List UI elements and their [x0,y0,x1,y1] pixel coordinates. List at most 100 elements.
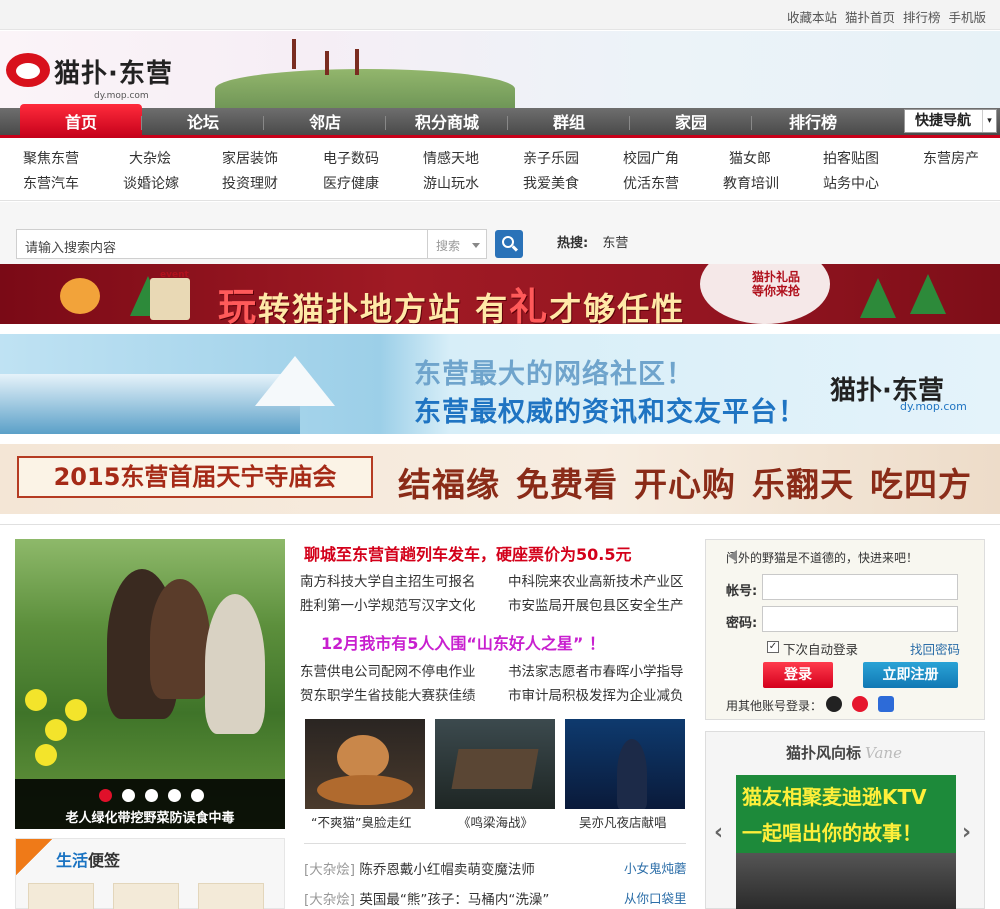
ship-shape [451,749,539,789]
life-icon[interactable] [198,883,264,909]
baidu-icon[interactable] [878,696,894,712]
subnav-link[interactable]: 游山玩水 [423,173,479,193]
remember-checkbox[interactable]: ✓ [767,641,779,653]
subnav-link[interactable]: 东营汽车 [23,173,79,193]
forgot-password-link[interactable]: 找回密码 [910,639,960,658]
slideshow[interactable]: 老人绿化带挖野菜防误食中毒 [15,539,285,829]
thumbnail-grumpy-cat[interactable] [305,719,425,809]
subnav-link[interactable]: 家居装饰 [222,148,278,168]
nav-item-neighbor-shop[interactable]: 邻店 [275,108,375,138]
nav-item-points-mall[interactable]: 积分商城 [397,108,497,138]
nav-item-groups[interactable]: 群组 [519,108,619,138]
subnav-link[interactable]: 医疗健康 [323,173,379,193]
vane-ad-photo[interactable] [736,853,956,909]
list-category[interactable]: [大杂烩] [304,862,355,878]
quick-nav-dropdown[interactable]: 快捷导航 ▾ [904,109,997,133]
life-icon[interactable] [28,883,94,909]
nav-divider [385,116,386,130]
list-item[interactable]: [大杂烩] 陈乔恩戴小红帽卖萌变魔法师 小女鬼炖蘑 [304,858,687,878]
thumbnail-concert[interactable] [565,719,685,809]
subnav-link[interactable]: 东营房产 [923,148,979,168]
subnav-link[interactable]: 谈婚论嫁 [123,173,179,193]
subnav-link[interactable]: 校园广角 [623,148,679,168]
flower [45,719,67,741]
search-type-select[interactable]: 搜索 [427,229,487,259]
mobile-version-link[interactable]: 手机版 [948,7,986,26]
news-headline-1[interactable]: 聊城至东营首趟列车发车，硬座票价为50.5元 [304,541,631,565]
weibo-icon[interactable] [852,696,868,712]
subnav-link[interactable]: 大杂烩 [129,148,171,168]
nav-item-rankings[interactable]: 排行榜 [763,108,863,138]
subnav-link[interactable]: 亲子乐园 [523,148,579,168]
subnav-link[interactable]: 优活东营 [623,173,679,193]
news-link[interactable]: 东营供电公司配网不停电作业 [300,660,476,680]
slideshow-dot[interactable] [168,789,181,802]
remember-label[interactable]: 下次自动登录 [783,639,858,658]
sub-nav: 聚焦东营 大杂烩 家居装饰 电子数码 情感天地 亲子乐园 校园广角 猫女郎 拍客… [0,141,1000,201]
hot-search-term[interactable]: 东营 [602,236,628,251]
site-logo[interactable]: 猫扑·东营 dy.mop.com [6,45,196,105]
bookmark-site-link[interactable]: 收藏本站 [787,7,837,26]
flower [65,699,87,721]
password-input[interactable] [762,606,958,632]
vane-ad-line1[interactable]: 猫友相聚麦迪逊KTV [742,781,927,810]
promo-banner-community[interactable]: 东营最大的网络社区！ 东营最权威的资讯和交友平台！ 猫扑·东营 dy.mop.c… [0,334,1000,434]
subnav-link[interactable]: 我爱美食 [523,173,579,193]
vane-ad-line2[interactable]: 一起唱出你的故事！ [742,817,922,846]
register-button[interactable]: 立即注册 [863,662,958,688]
nav-item-home[interactable]: 首页 [31,108,131,138]
thumbnail-caption[interactable]: “不爽猫”臭脸走红 [311,812,411,831]
thumbnail-caption[interactable]: 吴亦凡夜店献唱 [579,812,667,831]
subnav-link[interactable]: 情感天地 [423,148,479,168]
news-link[interactable]: 胜利第一小学规范写汉字文化 [300,594,476,614]
list-category[interactable]: [大杂烩] [304,892,355,908]
slideshow-dot[interactable] [122,789,135,802]
list-title[interactable]: 英国最“熊”孩子：马桶内“洗澡” [359,892,549,908]
qq-icon[interactable] [826,696,842,712]
news-headline-2[interactable]: 12月我市有5人入围“山东好人之星” ！ [321,630,605,654]
slideshow-caption[interactable]: 老人绿化带挖野菜防误食中毒 [15,807,285,826]
search-input[interactable]: 请输入搜索内容 [16,229,428,259]
subnav-link[interactable]: 聚焦东营 [23,148,79,168]
subnav-link[interactable]: 教育培训 [723,173,779,193]
subnav-link[interactable]: 拍客贴图 [823,148,879,168]
subnav-link[interactable]: 站务中心 [823,173,879,193]
list-item[interactable]: [大杂烩] 英国最“熊”孩子：马桶内“洗澡” 从你口袋里 [304,888,687,908]
ranking-link[interactable]: 排行榜 [903,7,941,26]
news-link[interactable]: 中科院来农业高新技术产业区 [508,570,684,590]
list-right-link[interactable]: 小女鬼炖蘑 [624,858,687,877]
thumbnail-caption[interactable]: 《鸣梁海战》 [458,812,533,831]
news-link[interactable]: 贺东职学生省技能大赛获佳绩 [300,684,476,704]
login-button[interactable]: 登录 [763,662,833,688]
subnav-link[interactable]: 电子数码 [323,148,379,168]
corner-decoration [16,839,52,875]
nav-item-forum[interactable]: 论坛 [153,108,253,138]
news-link[interactable]: 市安监局开展包县区安全生产 [508,594,684,614]
news-link[interactable]: 南方科技大学自主招生可报名 [300,570,476,590]
divider [304,843,686,844]
other-login-label: 用其他账号登录： [726,699,823,713]
temple-fair-title: 2015东营首届天宁寺庙会 [17,456,373,498]
tent-illustration [255,356,335,406]
news-link[interactable]: 书法家志愿者市春晖小学指导 [508,660,684,680]
promo-banner-temple-fair[interactable]: 2015东营首届天宁寺庙会 结福缘 免费看 开心购 乐翻天 吃四方 [0,444,1000,514]
username-input[interactable] [762,574,958,600]
news-link[interactable]: 市审计局积极发挥为企业减负 [508,684,684,704]
subnav-link[interactable]: 猫女郎 [729,148,771,168]
slideshow-dot[interactable] [191,789,204,802]
banner2-line2: 东营最权威的资讯和交友平台！ [414,397,806,428]
subnav-link[interactable]: 投资理财 [222,173,278,193]
life-icon[interactable] [113,883,179,909]
slideshow-dot[interactable] [99,789,112,802]
logo-text: 猫扑·东营 [54,59,173,89]
thumbnail-battle[interactable] [435,719,555,809]
list-title[interactable]: 陈乔恩戴小红帽卖萌变魔法师 [359,862,535,878]
promo-banner-gifts[interactable]: event 玩转猫扑地方站 有礼才够任性 猫扑礼品 等你来抢 [0,264,1000,324]
list-right-link[interactable]: 从你口袋里 [624,888,687,907]
nav-item-homeland[interactable]: 家园 [641,108,741,138]
next-arrow-icon[interactable]: › [962,820,971,845]
prev-arrow-icon[interactable]: ‹ [714,820,723,845]
mop-home-link[interactable]: 猫扑首页 [845,7,895,26]
search-button[interactable] [495,230,523,258]
slideshow-dot[interactable] [145,789,158,802]
